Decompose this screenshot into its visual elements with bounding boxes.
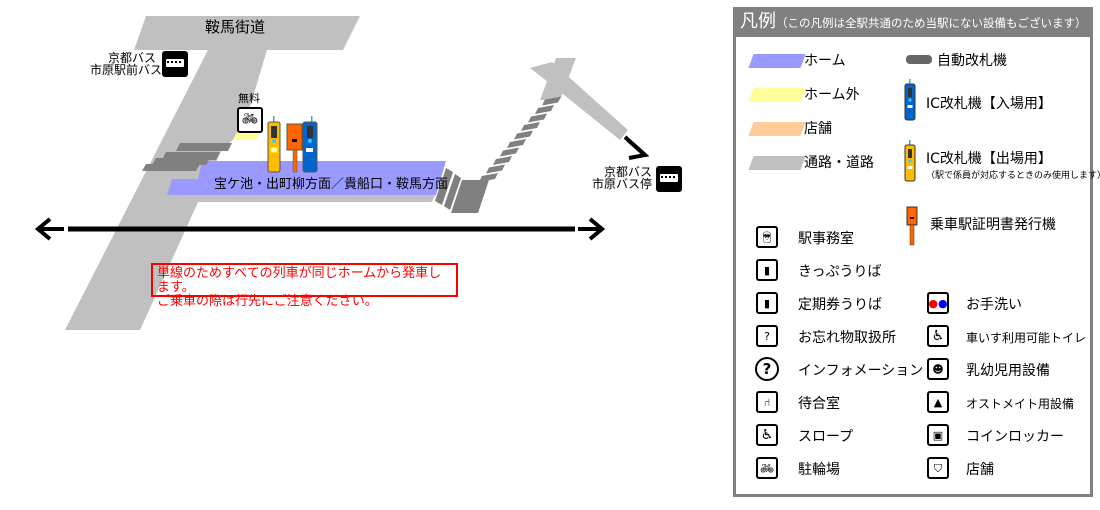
stair-step <box>500 147 519 157</box>
legend-gate-ic-entry: IC改札機【入場用】 <box>926 96 1052 112</box>
stair-step <box>486 164 505 174</box>
notice-box: 単線のためすべての列車が同じホームから発車します。 ご乗車の際は行先にご注意くだ… <box>151 263 458 309</box>
stairs-west-3 <box>152 158 210 165</box>
legend-facility-station-office: 駅事務室 <box>798 231 854 247</box>
legend-facility-coin-locker: コインロッカー <box>966 429 1064 445</box>
legend-facility-slope: スロープ <box>798 429 854 445</box>
legend-header: 凡例（この凡例は全駅共通のため当駅にない設備もございます） <box>736 7 1090 37</box>
legend-facility-wheelchair-toilet: 車いす利用可能トイレ <box>966 331 1087 345</box>
stair-step <box>514 130 533 140</box>
swatch-road <box>748 156 806 170</box>
legend-facility-bicycle: 駐輪場 <box>798 462 840 478</box>
road-name: 鞍馬街道 <box>204 18 265 36</box>
restroom-icon: ● ● <box>927 292 949 314</box>
stairs-east-flight <box>479 96 561 182</box>
ticket-counter-icon: ▮ <box>756 259 778 281</box>
ticket-gate-icon <box>906 55 932 64</box>
wheelchair-toilet-icon: ♿︎ <box>927 325 949 347</box>
bus-icon <box>656 166 682 192</box>
legend-facility-ostomate: オストメイト用設備 <box>966 397 1075 411</box>
stair-step <box>507 139 526 148</box>
legend-title: 凡例 <box>740 11 776 32</box>
legend-facility-lost-found: お忘れ物取扱所 <box>798 330 896 346</box>
stair-step <box>493 156 512 165</box>
bus-stop-east-label: 京都バス 市原バス停 <box>580 166 652 190</box>
legend-facility-restroom: お手洗い <box>966 297 1022 313</box>
platform-shadow <box>175 195 435 202</box>
legend-area-platform: ホーム <box>804 53 846 69</box>
bicycle-icon: 🚲︎ <box>237 107 263 133</box>
legend-subtitle: （この凡例は全駅共通のため当駅にない設備もございます） <box>776 16 1087 30</box>
legend-gate-ic-exit-note: （駅で係員が対応するときのみ使用します） <box>926 171 1100 181</box>
legend-facility-shop: 店舗 <box>966 462 994 478</box>
swatch-platform <box>748 54 806 68</box>
coin-locker-icon: ▣ <box>927 424 949 446</box>
legend-facility-commuter-pass: 定期券うりば <box>798 297 882 313</box>
swatch-outside-platform <box>748 88 806 102</box>
arrow-to-bus-shaft <box>623 135 647 157</box>
legend-panel: 凡例（この凡例は全駅共通のため当駅にない設備もございます） ホーム ホーム外 店… <box>733 7 1100 497</box>
lost-and-found-icon: ? <box>756 325 778 347</box>
certificate-machine-icon <box>906 206 918 246</box>
swatch-shop <box>748 122 806 136</box>
station-map: 鞍馬街道 京都バス 市原駅前バス停 京都バス 市原バス停 無料 🚲︎ 宝ケ池・出… <box>0 0 720 510</box>
bicycle-parking-icon: 🚲︎ <box>756 457 778 479</box>
bus-icon <box>162 51 188 77</box>
legend-area-outside-platform: ホーム外 <box>804 87 860 103</box>
legend-area-shop: 店舗 <box>804 121 832 137</box>
stair-step <box>528 113 547 123</box>
bus-stop-north-line2: 市原駅前バス停 <box>90 63 175 77</box>
legend-gate-ic-exit: IC改札機【出場用】 <box>926 151 1052 167</box>
ic-gate-exit <box>267 116 281 173</box>
bus-stop-north-label: 京都バス 市原駅前バス停 <box>90 52 175 77</box>
bicycle-parking-free-label: 無料 <box>238 92 260 105</box>
legend-facility-ticket-counter: きっぷうりば <box>798 264 882 280</box>
bus-stop-east-line2: 市原バス停 <box>591 177 652 191</box>
station-office-icon: 👮︎ <box>756 226 778 248</box>
legend-gate-auto: 自動改札機 <box>937 53 1007 69</box>
ostomate-icon: ▲ <box>927 391 949 413</box>
ic-gate-entry <box>302 116 318 173</box>
notice-line1: 単線のためすべての列車が同じホームから発車します。 <box>157 266 442 295</box>
commuter-pass-counter-icon: ▮ <box>756 292 778 314</box>
baby-facility-icon: ☻ <box>927 358 949 380</box>
legend-facility-information: インフォメーション <box>798 363 924 379</box>
legend-gate-certificate: 乗車駅証明書発行機 <box>930 217 1056 233</box>
information-icon: ? <box>755 357 779 381</box>
platform-label: 宝ケ池・出町柳方面／貴船口・鞍馬方面 <box>214 177 449 192</box>
ic-gate-exit-icon <box>904 140 916 182</box>
legend-facility-waiting-room: 待合室 <box>798 396 840 412</box>
slope-icon: ♿︎ <box>756 424 778 446</box>
stairs-west-4 <box>142 164 200 171</box>
ic-gate-entry-icon <box>904 79 916 121</box>
legend-facility-baby: 乳幼児用設備 <box>966 363 1050 379</box>
stair-step <box>521 122 540 131</box>
stairs-west-1 <box>176 143 232 151</box>
stair-step <box>535 105 554 114</box>
legend-area-road: 通路・道路 <box>804 155 874 171</box>
shop-icon: ⛉ <box>927 457 949 479</box>
notice-line2: ご乗車の際は行先にご注意ください。 <box>157 294 378 309</box>
waiting-room-icon: ⑁ <box>756 391 778 413</box>
